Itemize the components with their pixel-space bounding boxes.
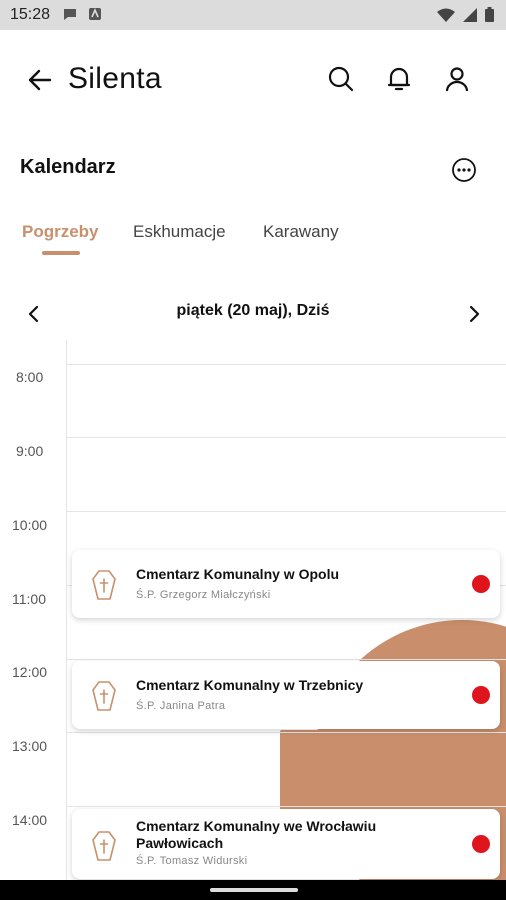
time-label: 8:00 [16, 369, 44, 385]
hour-gridline [66, 437, 506, 438]
hour-gridline [66, 364, 506, 365]
time-label: 14:00 [12, 812, 48, 828]
time-label: 11:00 [12, 591, 46, 607]
time-label: 12:00 [12, 664, 48, 680]
event-card[interactable]: Cmentarz Komunalny w Trzebnicy Ś.P. Jani… [72, 661, 500, 729]
system-navigation-bar [0, 880, 506, 900]
chat-notification-icon [64, 9, 76, 20]
event-subtitle: Ś.P. Janina Patra [136, 700, 226, 712]
status-dot [472, 575, 490, 593]
wifi-icon [437, 8, 455, 22]
hour-gridline [66, 659, 506, 660]
time-label: 13:00 [12, 738, 48, 754]
coffin-icon [92, 831, 116, 861]
event-card[interactable]: Cmentarz Komunalny we Wrocławiu Pawłowic… [72, 809, 500, 879]
time-label: 9:00 [16, 443, 44, 459]
bell-icon[interactable] [384, 64, 414, 94]
more-dots-icon[interactable] [450, 156, 478, 184]
page-title: Kalendarz [20, 156, 116, 178]
calendar-timeline[interactable]: 8:00 9:00 10:00 11:00 12:00 13:00 14:00 … [0, 340, 506, 880]
status-dot [472, 835, 490, 853]
event-title: Cmentarz Komunalny we Wrocławiu Pawłowic… [136, 818, 377, 851]
tab-karawany[interactable]: Karawany [263, 222, 339, 242]
search-icon[interactable] [326, 64, 356, 94]
timeline-divider [66, 340, 67, 880]
status-dot [472, 686, 490, 704]
date-navigation: piątek (20 maj), Dziś [0, 296, 506, 330]
tab-bar: Pogrzeby Eskhumacje Karawany [0, 218, 506, 258]
hour-gridline [66, 806, 506, 807]
user-icon[interactable] [442, 64, 472, 94]
tab-eskhumacje[interactable]: Eskhumacje [133, 222, 226, 242]
status-bar: 15:28 [0, 0, 506, 30]
app-bar: Silenta [0, 30, 506, 130]
event-title: Cmentarz Komunalny w Trzebnicy [136, 677, 364, 693]
back-arrow-icon[interactable] [24, 64, 56, 96]
event-subtitle: Ś.P. Grzegorz Miałczyński [136, 589, 271, 601]
current-date-label: piątek (20 maj), Dziś [176, 302, 330, 319]
coffin-icon [92, 570, 116, 600]
event-title: Cmentarz Komunalny w Opolu [136, 566, 340, 582]
next-day-chevron-icon[interactable] [462, 302, 486, 326]
event-card[interactable]: Cmentarz Komunalny w Opolu Ś.P. Grzegorz… [72, 550, 500, 618]
app-logo-title: Silenta [68, 62, 162, 95]
tab-pogrzeby[interactable]: Pogrzeby [22, 222, 99, 242]
coffin-icon [92, 681, 116, 711]
app-notification-icon [89, 7, 101, 20]
system-icons [437, 7, 494, 22]
hour-gridline [66, 511, 506, 512]
home-gesture-handle[interactable] [210, 888, 298, 892]
battery-icon [485, 7, 494, 22]
time-label: 10:00 [12, 517, 48, 533]
signal-icon [463, 7, 477, 22]
status-time: 15:28 [10, 6, 51, 23]
active-tab-indicator [42, 251, 80, 255]
notification-icons [62, 7, 102, 21]
event-subtitle: Ś.P. Tomasz Widurski [136, 855, 248, 867]
hour-gridline [66, 732, 506, 733]
